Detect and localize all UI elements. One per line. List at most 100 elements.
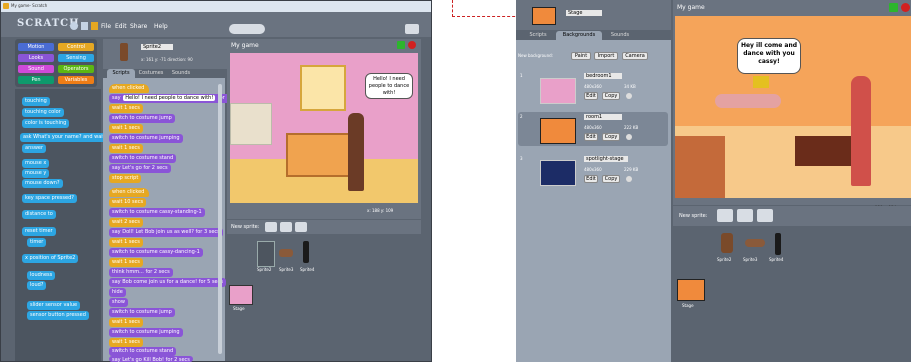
scripts-area[interactable]: when clicked say Hello! I need people to… <box>103 78 239 363</box>
block-mouse-x[interactable]: mouse x <box>22 159 50 168</box>
script2-costume1[interactable]: switch to costume cassy-standing-1 <box>109 208 205 217</box>
bg2-thumb[interactable] <box>540 118 576 144</box>
script2-wait6[interactable]: wait 1 secs <box>109 338 143 347</box>
bg3-name[interactable]: spotlight-stage <box>584 156 628 162</box>
script1-costume2[interactable]: switch to costume jumping <box>109 134 183 143</box>
tab-scripts[interactable]: Scripts <box>107 69 135 78</box>
menu-edit[interactable]: Edit <box>115 23 127 30</box>
block-timer[interactable]: timer <box>27 238 47 247</box>
choose-sprite-icon[interactable] <box>280 222 292 232</box>
menu-help[interactable]: Help <box>154 23 168 30</box>
block-loud[interactable]: loud? <box>27 281 47 290</box>
block-touching-color[interactable]: touching color <box>22 108 64 117</box>
green-flag-icon[interactable] <box>397 41 405 49</box>
bg1-edit-button[interactable]: Edit <box>584 92 598 100</box>
presentation-button[interactable] <box>405 24 419 34</box>
block-sensor[interactable]: sensor button pressed <box>27 311 89 320</box>
script1-wait1[interactable]: wait 1 secs <box>109 104 143 113</box>
tab-sounds-right[interactable]: Sounds <box>604 31 636 40</box>
stage-thumb-right[interactable] <box>677 279 705 301</box>
stage-sprite-cassy[interactable] <box>715 94 781 108</box>
choose-sprite-icon-right[interactable] <box>737 209 753 222</box>
category-looks[interactable]: Looks <box>18 54 54 62</box>
script1-costume1[interactable]: switch to costume jump <box>109 114 175 123</box>
say-text-slot[interactable]: Hello! I need people to dance with! <box>123 95 216 101</box>
bg2-name[interactable]: room1 <box>584 114 623 120</box>
surprise-sprite-icon-right[interactable] <box>757 209 773 222</box>
bg1-copy-button[interactable]: Copy <box>602 92 620 100</box>
paint-button[interactable]: Paint <box>571 52 591 60</box>
bg3-copy-button[interactable]: Copy <box>602 175 620 183</box>
script2-costume5[interactable]: switch to costume stand <box>109 347 177 356</box>
menu-file[interactable]: File <box>101 23 111 30</box>
tab-backgrounds[interactable]: Backgrounds <box>556 31 602 40</box>
script2-hide[interactable]: hide <box>109 288 126 297</box>
sprite3-thumb-right[interactable] <box>745 239 765 247</box>
stage-thumb[interactable] <box>229 285 253 305</box>
camera-button[interactable]: Camera <box>622 52 648 60</box>
sprite4-thumb[interactable] <box>303 241 309 263</box>
script2-think[interactable]: think hmm... for 2 secs <box>109 268 173 277</box>
script2-costume2[interactable]: switch to costume cassy-dancing-1 <box>109 248 203 257</box>
bg1-name[interactable]: bedroom1 <box>584 73 622 79</box>
category-pen[interactable]: Pen <box>18 76 54 84</box>
block-slider[interactable]: slider sensor value <box>27 301 81 310</box>
block-touching[interactable]: touching <box>22 97 50 106</box>
block-ask[interactable]: ask What's your name? and wait <box>20 133 108 142</box>
view-mode-buttons[interactable] <box>229 24 265 34</box>
block-mouse-down[interactable]: mouse down? <box>22 179 63 188</box>
script1-hat[interactable]: when clicked <box>109 84 149 93</box>
category-sensing[interactable]: Sensing <box>58 54 94 62</box>
script2-say2[interactable]: say Bob come join us for a dance! for 5 … <box>109 278 226 287</box>
category-variables[interactable]: Variables <box>58 76 94 84</box>
stage-canvas-right[interactable]: Hey ill come and dance with you cassy! <box>675 16 911 198</box>
tab-sounds[interactable]: Sounds <box>167 69 195 78</box>
block-mouse-y[interactable]: mouse y <box>22 169 50 178</box>
bg3-thumb[interactable] <box>540 160 576 186</box>
bg2-copy-button[interactable]: Copy <box>602 133 620 141</box>
block-reset-timer[interactable]: reset timer <box>22 227 56 236</box>
import-button[interactable]: Import <box>594 52 618 60</box>
bg2-delete-icon[interactable] <box>626 134 632 140</box>
script2-costume4[interactable]: switch to costume jumping <box>109 328 183 337</box>
script1-wait2[interactable]: wait 1 secs <box>109 124 143 133</box>
script2-show[interactable]: show <box>109 298 128 307</box>
bg2-edit-button[interactable]: Edit <box>584 133 598 141</box>
green-flag-icon-right[interactable] <box>889 3 898 12</box>
stop-icon[interactable] <box>408 41 416 49</box>
stage-sprite-bob[interactable] <box>851 76 871 186</box>
globe-icon[interactable] <box>70 22 78 30</box>
stage-canvas[interactable]: Hello! I need people to dance with! <box>230 53 418 203</box>
category-operators[interactable]: Operators <box>58 65 94 73</box>
block-x-position[interactable]: x position of Sprite2 <box>22 254 79 263</box>
script2-say1[interactable]: say Doll! Let Bob join us as well? for 3… <box>109 228 223 237</box>
menu-share[interactable]: Share <box>130 23 147 30</box>
bg1-delete-icon[interactable] <box>626 93 632 99</box>
script2-hat[interactable]: when clicked <box>109 188 149 197</box>
script2-wait4[interactable]: wait 1 secs <box>109 258 143 267</box>
sprite2-thumb[interactable] <box>257 241 275 267</box>
surprise-sprite-icon[interactable] <box>295 222 307 232</box>
sprite2-thumb-right[interactable] <box>721 233 733 253</box>
script2-costume3[interactable]: switch to costume jump <box>109 308 175 317</box>
tab-costumes[interactable]: Costumes <box>137 69 165 78</box>
script2-wait5[interactable]: wait 1 secs <box>109 318 143 327</box>
script2-wait[interactable]: wait 10 secs <box>109 198 147 207</box>
scripts-scrollbar[interactable] <box>218 84 222 354</box>
script2-wait3[interactable]: wait 1 secs <box>109 238 143 247</box>
block-answer[interactable]: answer <box>22 144 47 153</box>
block-key-pressed[interactable]: key space pressed? <box>22 194 77 203</box>
script2-wait2[interactable]: wait 2 secs <box>109 218 143 227</box>
sprite-name[interactable]: Sprite2 <box>141 44 174 50</box>
sprite3-thumb[interactable] <box>279 249 293 257</box>
paint-sprite-icon[interactable] <box>265 222 277 232</box>
paint-sprite-icon-right[interactable] <box>717 209 733 222</box>
script2-say3[interactable]: say Let's go Kill Bob! for 2 secs <box>109 356 193 363</box>
bg3-edit-button[interactable]: Edit <box>584 175 598 183</box>
block-distance[interactable]: distance to <box>22 210 56 219</box>
stage-sprite-dancer[interactable] <box>348 113 364 191</box>
block-color-touching[interactable]: color is touching <box>22 119 70 128</box>
script1-costume3[interactable]: switch to costume stand <box>109 154 177 163</box>
sprite4-thumb-right[interactable] <box>775 233 781 255</box>
category-motion[interactable]: Motion <box>18 43 54 51</box>
